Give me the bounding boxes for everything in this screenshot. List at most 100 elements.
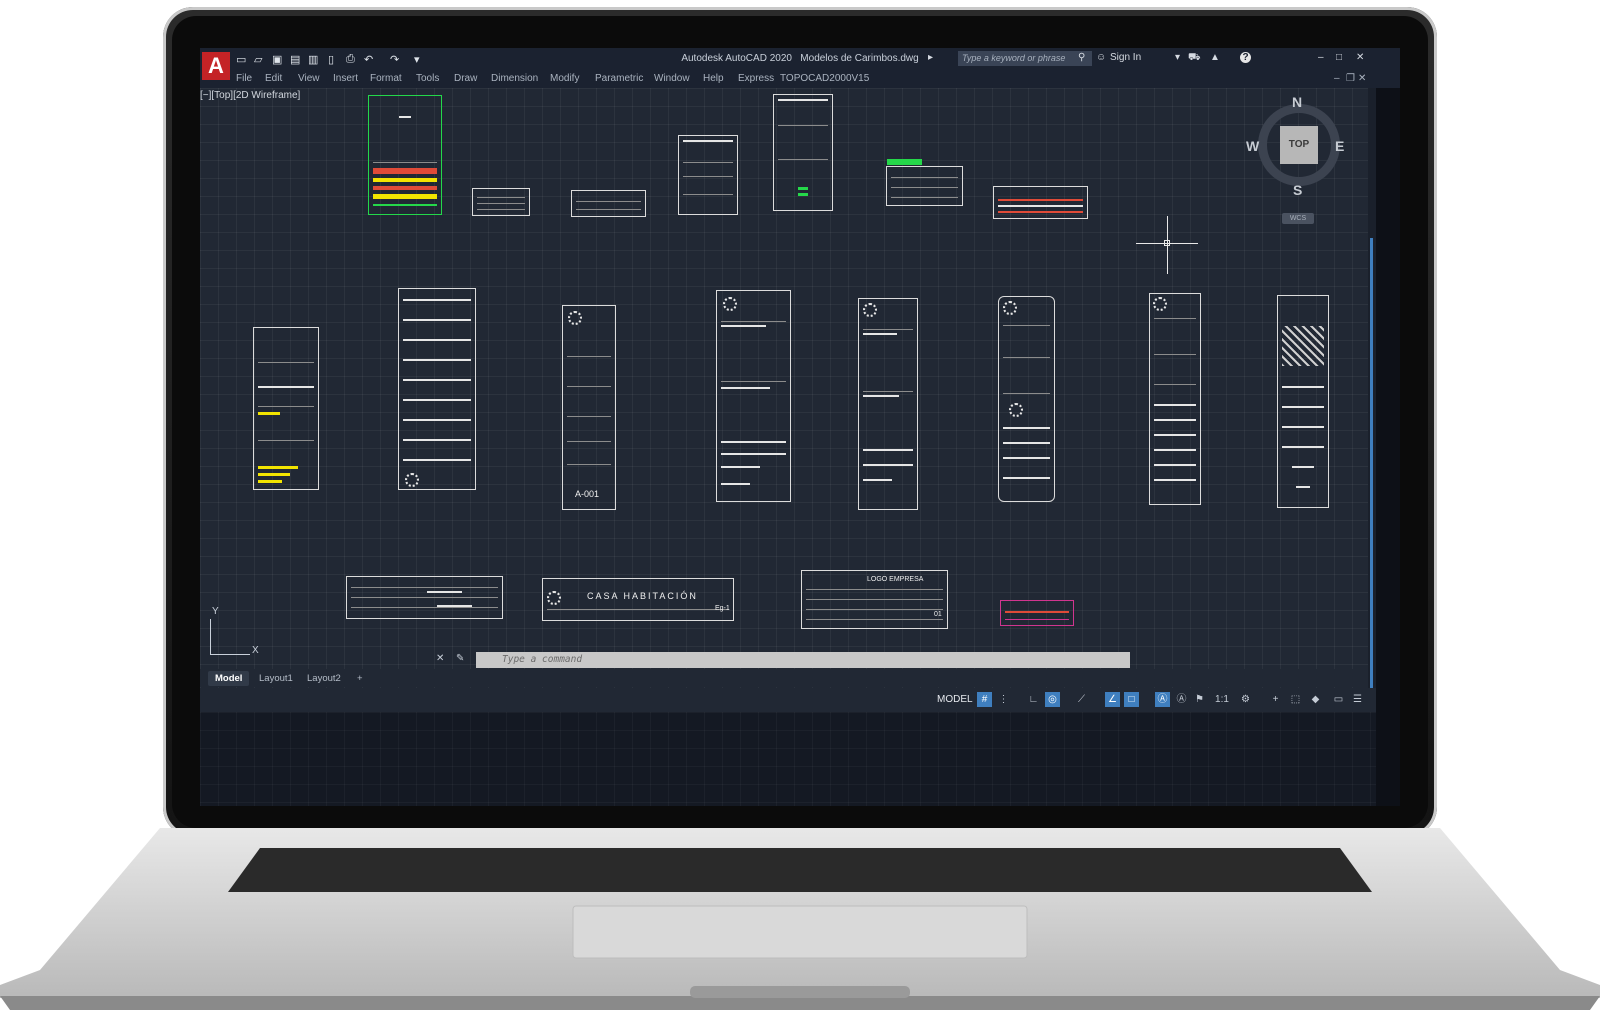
window-title: Autodesk AutoCAD 2020 Modelos de Carimbo…	[681, 53, 919, 64]
command-close-icon[interactable]: ✕	[436, 653, 444, 664]
snap-icon[interactable]: ⋮	[996, 692, 1011, 707]
title-block	[346, 576, 503, 619]
autocad-window: ▭ ▱ ▣ ▤ ▥ ▯ ⎙ ↶ ↷ ▾ Autodesk AutoCAD 202…	[200, 48, 1400, 806]
viewcube-north[interactable]: N	[1292, 94, 1302, 110]
isolate-objects-icon[interactable]: ⬚	[1288, 692, 1303, 707]
scale-selector[interactable]: 1:1	[1211, 692, 1233, 707]
object-snap-tracking-icon[interactable]: ∠	[1105, 692, 1120, 707]
doc-restore-icon[interactable]: ❐	[1346, 73, 1355, 84]
title-block	[716, 290, 791, 502]
menu-help[interactable]: Help	[703, 73, 724, 84]
annotation-visibility-icon[interactable]: Ⓐ	[1155, 692, 1170, 707]
title-block-map	[1277, 295, 1329, 508]
menu-parametric[interactable]: Parametric	[595, 73, 643, 84]
user-icon[interactable]: ☺	[1096, 52, 1106, 63]
laptop-base	[0, 828, 1600, 1010]
model-space-button[interactable]: MODEL	[937, 694, 973, 705]
vertical-scrollbar[interactable]	[1368, 88, 1376, 722]
menu-modify[interactable]: Modify	[550, 73, 579, 84]
command-customize-icon[interactable]: ✎	[456, 653, 464, 664]
cart-icon[interactable]: ⛟	[1188, 52, 1201, 65]
cursor-pickbox	[1164, 240, 1170, 246]
menu-view[interactable]: View	[298, 73, 320, 84]
ucs-menu-button[interactable]: WCS	[1282, 213, 1314, 224]
title-block-green	[368, 95, 442, 215]
auto-scale-icon[interactable]: Ⓐ	[1174, 692, 1189, 707]
title-block-rounded	[998, 296, 1055, 502]
a360-icon[interactable]: ▲	[1210, 52, 1220, 63]
sheet-number-label: 01	[934, 611, 942, 618]
command-input[interactable]: Type a command	[476, 652, 1130, 668]
sign-in-button[interactable]: Sign In	[1110, 52, 1141, 63]
title-block	[571, 190, 646, 217]
plus-icon[interactable]: +	[1268, 692, 1283, 707]
minimize-icon[interactable]: –	[1318, 52, 1324, 63]
viewport-controls[interactable]: [−][Top][2D Wireframe]	[200, 90, 300, 101]
title-block	[858, 298, 918, 510]
canvas-lower-area	[200, 712, 1376, 806]
ucs-axis-y	[210, 619, 211, 655]
doc-minimize-icon[interactable]: –	[1334, 73, 1340, 84]
menu-bar: File Edit View Insert Format Tools Draw …	[200, 70, 1400, 88]
close-icon[interactable]: ✕	[1356, 52, 1364, 63]
viewcube-south[interactable]: S	[1293, 182, 1302, 198]
title-block-casa: CASA HABITACIÓN Eg-1	[542, 578, 734, 621]
title-block-logo: LOGO EMPRESA 01	[801, 570, 948, 629]
ucs-x-label: X	[252, 645, 259, 656]
customization-menu-icon[interactable]: ☰	[1350, 692, 1365, 707]
polar-icon[interactable]: ◎	[1045, 692, 1060, 707]
isodraft-icon[interactable]: ⟋	[1074, 692, 1089, 707]
menu-format[interactable]: Format	[370, 73, 402, 84]
title-bar: ▭ ▱ ▣ ▤ ▥ ▯ ⎙ ↶ ↷ ▾ Autodesk AutoCAD 202…	[200, 48, 1400, 70]
object-snap-icon[interactable]: □	[1124, 692, 1139, 707]
title-block-dense	[398, 288, 476, 490]
title-block	[886, 159, 963, 206]
layout-tabs: Model Layout1 Layout2 +	[200, 669, 1368, 687]
menu-file[interactable]: File	[236, 73, 252, 84]
hardware-acceleration-icon[interactable]: ◆	[1308, 692, 1323, 707]
title-block	[773, 94, 833, 211]
maximize-icon[interactable]: □	[1336, 52, 1342, 63]
menu-dimension[interactable]: Dimension	[491, 73, 538, 84]
title-block-yellow	[253, 327, 319, 490]
tab-layout2[interactable]: Layout2	[300, 671, 348, 686]
binoculars-icon[interactable]: ⚲	[1078, 52, 1085, 63]
title-block-red	[993, 186, 1088, 219]
annotation-scale-icon[interactable]: ⚑	[1192, 692, 1207, 707]
ucs-y-label: Y	[212, 606, 219, 617]
title-block-magenta	[1000, 600, 1074, 626]
workspace-gear-icon[interactable]: ⚙	[1238, 692, 1253, 707]
logo-empresa-label: LOGO EMPRESA	[867, 576, 924, 583]
tab-layout1[interactable]: Layout1	[252, 671, 300, 686]
scrollbar-thumb[interactable]	[1370, 238, 1373, 718]
viewcube-east[interactable]: E	[1335, 138, 1344, 154]
status-bar: MODEL # ⋮ ∟ ◎ ⟋ ∠ □ Ⓐ Ⓐ ⚑ 1:1 ⚙ + ⬚ ◆ ▭ …	[200, 688, 1376, 712]
ortho-icon[interactable]: ∟	[1026, 692, 1041, 707]
menu-draw[interactable]: Draw	[454, 73, 477, 84]
sheet-code-label: A-001	[575, 489, 600, 499]
menu-topocad[interactable]: TOPOCAD2000V15	[780, 73, 869, 84]
title-block-sheet: A-001	[562, 305, 616, 510]
clean-screen-icon[interactable]: ▭	[1331, 692, 1346, 707]
add-layout-button[interactable]: +	[350, 671, 370, 686]
app-logo[interactable]: A	[202, 52, 230, 80]
menu-tools[interactable]: Tools	[416, 73, 439, 84]
menu-edit[interactable]: Edit	[265, 73, 282, 84]
casa-habitacion-label: CASA HABITACIÓN	[587, 591, 698, 601]
tab-model[interactable]: Model	[208, 671, 250, 686]
grid-icon[interactable]: #	[977, 692, 992, 707]
eg-code-label: Eg-1	[715, 605, 730, 612]
help-icon[interactable]: ?	[1240, 52, 1251, 63]
sign-in-dropdown-icon[interactable]: ▾	[1175, 52, 1180, 63]
viewcube-west[interactable]: W	[1246, 138, 1259, 154]
ucs-axis-x	[210, 654, 250, 655]
search-arrow-icon[interactable]: ▸	[928, 52, 933, 63]
doc-close-icon[interactable]: ✕	[1358, 73, 1366, 84]
menu-insert[interactable]: Insert	[333, 73, 358, 84]
menu-express[interactable]: Express	[738, 73, 774, 84]
viewcube-top-face[interactable]: TOP	[1280, 126, 1318, 164]
search-input[interactable]: Type a keyword or phrase	[958, 51, 1092, 66]
title-block-dense	[1149, 293, 1201, 505]
menu-window[interactable]: Window	[654, 73, 690, 84]
title-block	[678, 135, 738, 215]
